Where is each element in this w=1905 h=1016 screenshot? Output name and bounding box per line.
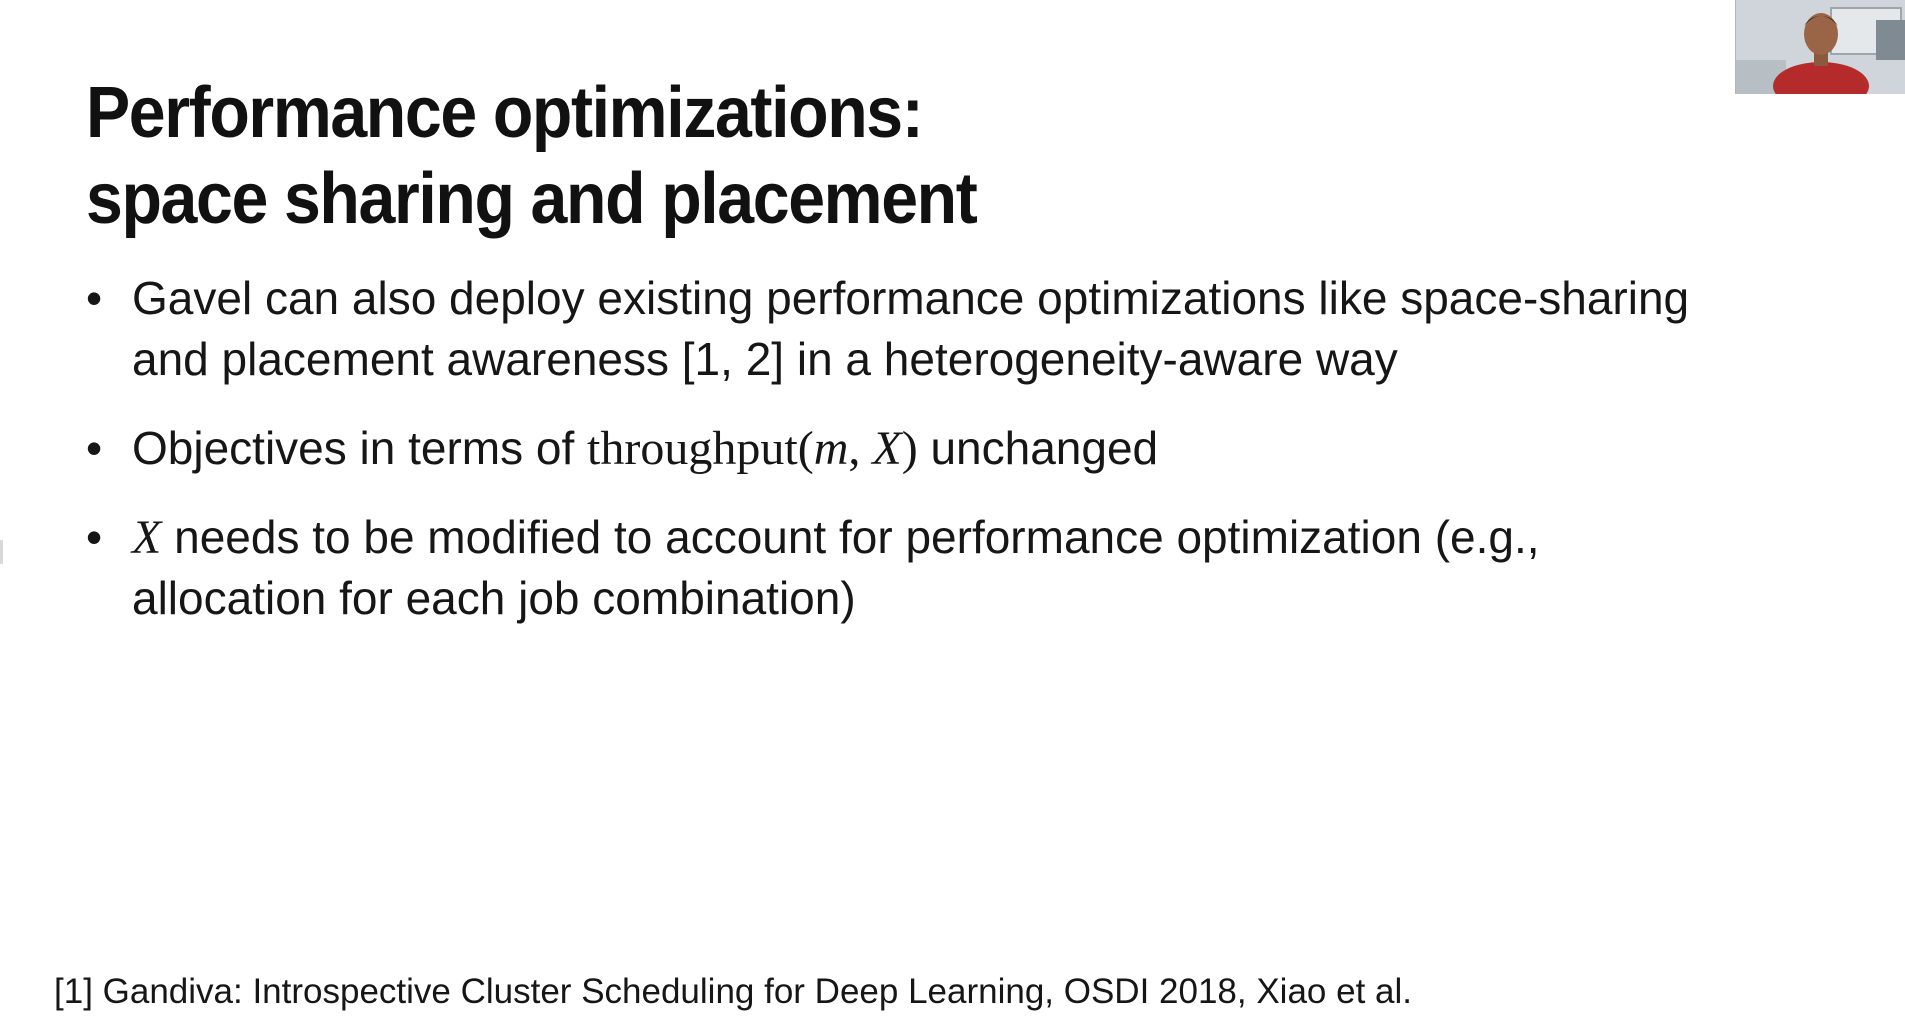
- math-var-x: X: [132, 511, 162, 564]
- bullet-text-prefix: Objectives in terms of: [132, 422, 588, 474]
- footnote: [1] Gandiva: Introspective Cluster Sched…: [54, 972, 1412, 1011]
- math-expression: X: [132, 511, 161, 564]
- bullet-dot: •: [86, 511, 103, 563]
- speaker-video-feed: [1735, 0, 1905, 94]
- math-comma: ,: [848, 422, 873, 475]
- slide-title-line-1: Performance optimizations:: [86, 73, 924, 153]
- slide: Performance optimizations: space sharing…: [0, 0, 1905, 1016]
- bullet-text: Gavel can also deploy existing performan…: [132, 272, 1690, 385]
- math-var-m: m: [813, 422, 849, 475]
- speaker-video-icon: [1736, 0, 1905, 94]
- bullet-text-suffix: needs to be modified to account for perf…: [132, 511, 1540, 624]
- bullet-item: • Objectives in terms of throughput(m, X…: [86, 418, 1726, 479]
- slide-title: Performance optimizations: space sharing…: [86, 70, 978, 242]
- math-paren-open: (: [797, 422, 814, 475]
- bullet-item: • Gavel can also deploy existing perform…: [86, 268, 1726, 390]
- bullet-text-suffix: unchanged: [917, 422, 1159, 474]
- slide-title-line-2: space sharing and placement: [86, 159, 978, 239]
- edge-marker: [0, 540, 3, 564]
- math-paren-close: ): [901, 422, 918, 475]
- math-function: throughput: [587, 422, 798, 475]
- math-expression: throughput(m, X): [587, 422, 918, 475]
- bullet-item: • X needs to be modified to account for …: [86, 507, 1726, 629]
- bullet-list: • Gavel can also deploy existing perform…: [86, 268, 1726, 657]
- math-var-x: X: [872, 422, 902, 475]
- bullet-dot: •: [86, 422, 103, 474]
- bullet-dot: •: [86, 272, 103, 324]
